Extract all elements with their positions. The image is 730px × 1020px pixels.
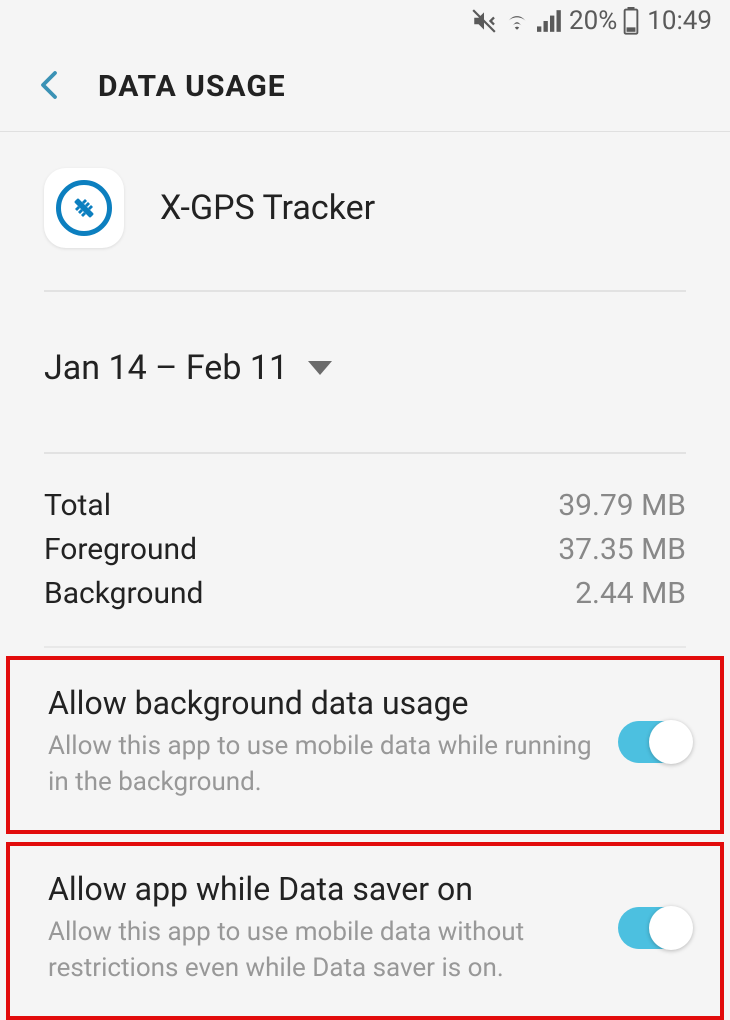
stat-label: Background [44, 572, 203, 616]
setting-text: Allow app while Data saver on Allow this… [48, 870, 598, 986]
page-header: DATA USAGE [0, 42, 730, 132]
stat-value: 2.44 MB [575, 572, 686, 616]
stat-total-row: Total 39.79 MB [44, 484, 686, 528]
setting-title: Allow background data usage [48, 684, 598, 722]
setting-description: Allow this app to use mobile data withou… [48, 914, 598, 986]
toggle-thumb [649, 720, 693, 764]
setting-allow-data-saver[interactable]: Allow app while Data saver on Allow this… [6, 842, 724, 1020]
chevron-down-icon [308, 361, 332, 375]
toggle-switch[interactable] [618, 721, 692, 763]
signal-icon [537, 10, 563, 32]
stat-foreground-row: Foreground 37.35 MB [44, 528, 686, 572]
setting-title: Allow app while Data saver on [48, 870, 598, 908]
date-range-picker[interactable]: Jan 14 – Feb 11 [44, 292, 686, 454]
setting-allow-background-data[interactable]: Allow background data usage Allow this a… [6, 656, 724, 834]
setting-text: Allow background data usage Allow this a… [48, 684, 598, 800]
mute-icon [471, 8, 497, 34]
setting-description: Allow this app to use mobile data while … [48, 728, 598, 800]
back-icon[interactable] [40, 70, 58, 104]
usage-stats: Total 39.79 MB Foreground 37.35 MB Backg… [44, 454, 686, 648]
toggle-switch[interactable] [618, 907, 692, 949]
app-icon [44, 168, 124, 248]
toggle-thumb [649, 906, 693, 950]
app-info-section: X-GPS Tracker [44, 132, 686, 292]
battery-icon [623, 7, 639, 35]
stat-value: 37.35 MB [558, 528, 686, 572]
status-bar: 20% 10:49 [0, 0, 730, 42]
stat-value: 39.79 MB [558, 484, 686, 528]
page-title: DATA USAGE [98, 69, 286, 104]
app-name: X-GPS Tracker [160, 188, 375, 228]
clock-time: 10:49 [647, 6, 712, 36]
stat-label: Foreground [44, 528, 197, 572]
battery-percentage: 20% [569, 6, 617, 36]
wifi-icon [503, 10, 531, 32]
stat-label: Total [44, 484, 111, 528]
stat-background-row: Background 2.44 MB [44, 572, 686, 616]
date-range-label: Jan 14 – Feb 11 [44, 348, 288, 388]
